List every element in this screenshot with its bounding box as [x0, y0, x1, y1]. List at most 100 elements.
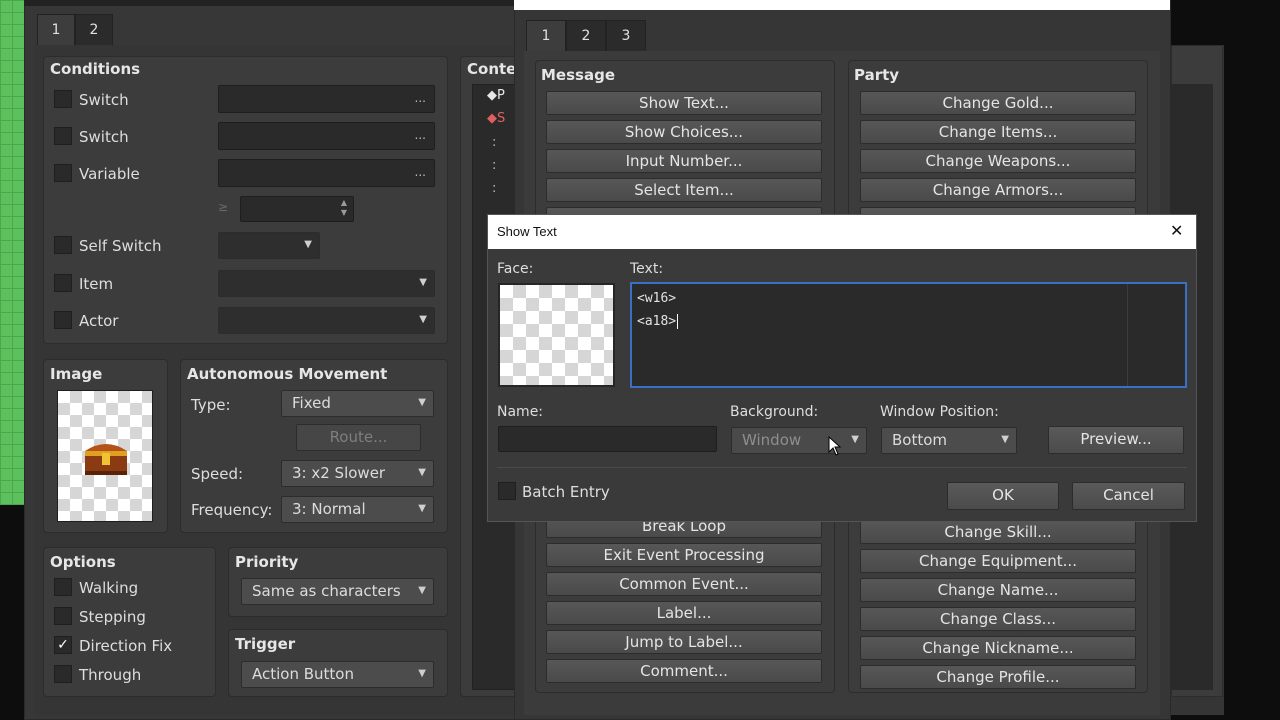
chevron-down-icon: ▼: [418, 467, 426, 478]
page-tab-1[interactable]: 1: [37, 14, 75, 46]
name-label: Name:: [497, 404, 544, 420]
background-value: Window: [742, 431, 802, 449]
chevron-down-icon: ▼: [418, 397, 426, 408]
speed-label: Speed:: [191, 465, 244, 483]
cancel-button[interactable]: Cancel: [1072, 482, 1185, 510]
background-label: Background:: [730, 404, 819, 420]
switch1-field[interactable]: ...: [218, 85, 435, 113]
window-position-select[interactable]: Bottom ▼: [881, 427, 1017, 454]
actor-checkbox[interactable]: [54, 311, 72, 329]
switch2-field[interactable]: ...: [218, 122, 435, 150]
switch2-checkbox[interactable]: [54, 127, 72, 145]
command-tab-1[interactable]: 1: [526, 20, 566, 52]
name-input[interactable]: [498, 426, 717, 452]
input-number-button[interactable]: Input Number...: [546, 149, 822, 173]
walking-checkbox[interactable]: [54, 578, 72, 596]
speed-value: 3: x2 Slower: [292, 464, 386, 482]
change-items-button[interactable]: Change Items...: [860, 120, 1136, 144]
label-button[interactable]: Label...: [546, 601, 822, 625]
party-title: Party: [854, 66, 900, 84]
self-switch-select[interactable]: ▼: [218, 232, 320, 259]
button-label: Input Number...: [625, 152, 743, 170]
contents-line-5[interactable]: :: [492, 181, 496, 196]
trigger-select[interactable]: Action Button ▼: [241, 661, 434, 688]
text-line-2: <a18>​: [637, 314, 679, 329]
tab-label: 3: [621, 28, 631, 44]
event-image-preview[interactable]: [57, 390, 153, 522]
frequency-value: 3: Normal: [292, 500, 366, 518]
change-armors-button[interactable]: Change Armors...: [860, 178, 1136, 202]
show-text-button[interactable]: Show Text...: [546, 91, 822, 115]
spinner-arrows-icon[interactable]: ▲ ▼: [341, 198, 347, 218]
close-icon[interactable]: ✕: [1170, 221, 1183, 241]
change-profile-button[interactable]: Change Profile...: [860, 665, 1136, 689]
page-tab-2[interactable]: 2: [75, 14, 113, 46]
item-select[interactable]: ▼: [218, 270, 435, 297]
change-equipment-button[interactable]: Change Equipment...: [860, 549, 1136, 573]
common-event-button[interactable]: Common Event...: [546, 572, 822, 596]
type-value: Fixed: [292, 394, 331, 412]
command-tab-3[interactable]: 3: [606, 20, 646, 52]
exit-event-processing-button[interactable]: Exit Event Processing: [546, 543, 822, 567]
variable-field[interactable]: ...: [218, 159, 435, 187]
through-checkbox[interactable]: [54, 665, 72, 683]
ge-symbol: ≥: [218, 200, 229, 214]
chevron-down-icon: ▼: [304, 239, 312, 250]
button-label: Exit Event Processing: [603, 546, 765, 564]
text-editor[interactable]: <w16> <a18>​: [630, 282, 1187, 388]
route-button[interactable]: Route...: [296, 424, 421, 451]
chevron-down-icon: ▼: [1001, 434, 1009, 445]
batch-entry-label: Batch Entry: [522, 483, 610, 501]
tab-label: 2: [89, 22, 99, 38]
priority-value: Same as characters: [252, 582, 401, 600]
variable-checkbox[interactable]: [54, 164, 72, 182]
button-label: Change Profile...: [936, 668, 1060, 686]
select-item-button[interactable]: Select Item...: [546, 178, 822, 202]
movement-speed-select[interactable]: 3: x2 Slower ▼: [281, 460, 434, 487]
position-value: Bottom: [892, 431, 948, 449]
contents-line-3[interactable]: :: [492, 135, 496, 150]
comment-button[interactable]: Comment...: [546, 659, 822, 683]
walking-label: Walking: [79, 579, 139, 597]
priority-select[interactable]: Same as characters ▼: [241, 578, 434, 605]
actor-select[interactable]: ▼: [218, 307, 435, 334]
button-label: Change Name...: [937, 581, 1059, 599]
change-gold-button[interactable]: Change Gold...: [860, 91, 1136, 115]
trigger-title: Trigger: [235, 635, 296, 653]
stepping-checkbox[interactable]: [54, 607, 72, 625]
button-label: Change Equipment...: [919, 552, 1077, 570]
button-label: Common Event...: [619, 575, 749, 593]
direction-fix-checkbox[interactable]: ✓: [54, 636, 72, 654]
background-select[interactable]: Window ▼: [731, 427, 867, 454]
command-tab-2[interactable]: 2: [566, 20, 606, 52]
movement-frequency-select[interactable]: 3: Normal ▼: [281, 496, 434, 523]
contents-line-4[interactable]: :: [492, 158, 496, 173]
contents-line-2[interactable]: ◆S: [487, 111, 505, 126]
button-label: Change Items...: [938, 123, 1058, 141]
change-class-button[interactable]: Change Class...: [860, 607, 1136, 631]
variable-value-spinner[interactable]: ▲ ▼: [240, 196, 354, 222]
batch-entry-checkbox[interactable]: [498, 482, 516, 500]
preview-button[interactable]: Preview...: [1048, 426, 1184, 454]
change-nickname-button[interactable]: Change Nickname...: [860, 636, 1136, 660]
item-checkbox[interactable]: [54, 274, 72, 292]
change-weapons-button[interactable]: Change Weapons...: [860, 149, 1136, 173]
type-label: Type:: [191, 396, 231, 414]
jump-to-label-button[interactable]: Jump to Label...: [546, 630, 822, 654]
self-switch-checkbox[interactable]: [54, 236, 72, 254]
change-name-button[interactable]: Change Name...: [860, 578, 1136, 602]
show-choices-button[interactable]: Show Choices...: [546, 120, 822, 144]
route-label: Route...: [329, 428, 388, 446]
window-position-label: Window Position:: [880, 404, 999, 420]
chevron-down-icon: ▼: [418, 668, 426, 679]
ok-button[interactable]: OK: [947, 482, 1059, 510]
chevron-down-icon: ▼: [851, 434, 859, 445]
ellipsis-icon: ...: [414, 128, 426, 142]
image-title: Image: [50, 365, 103, 383]
change-skill-button[interactable]: Change Skill...: [860, 520, 1136, 544]
movement-type-select[interactable]: Fixed ▼: [281, 390, 434, 417]
tab-label: 1: [51, 22, 61, 38]
switch1-checkbox[interactable]: [54, 90, 72, 108]
face-image-selector[interactable]: [498, 283, 615, 387]
contents-line-1[interactable]: ◆P: [487, 88, 505, 103]
